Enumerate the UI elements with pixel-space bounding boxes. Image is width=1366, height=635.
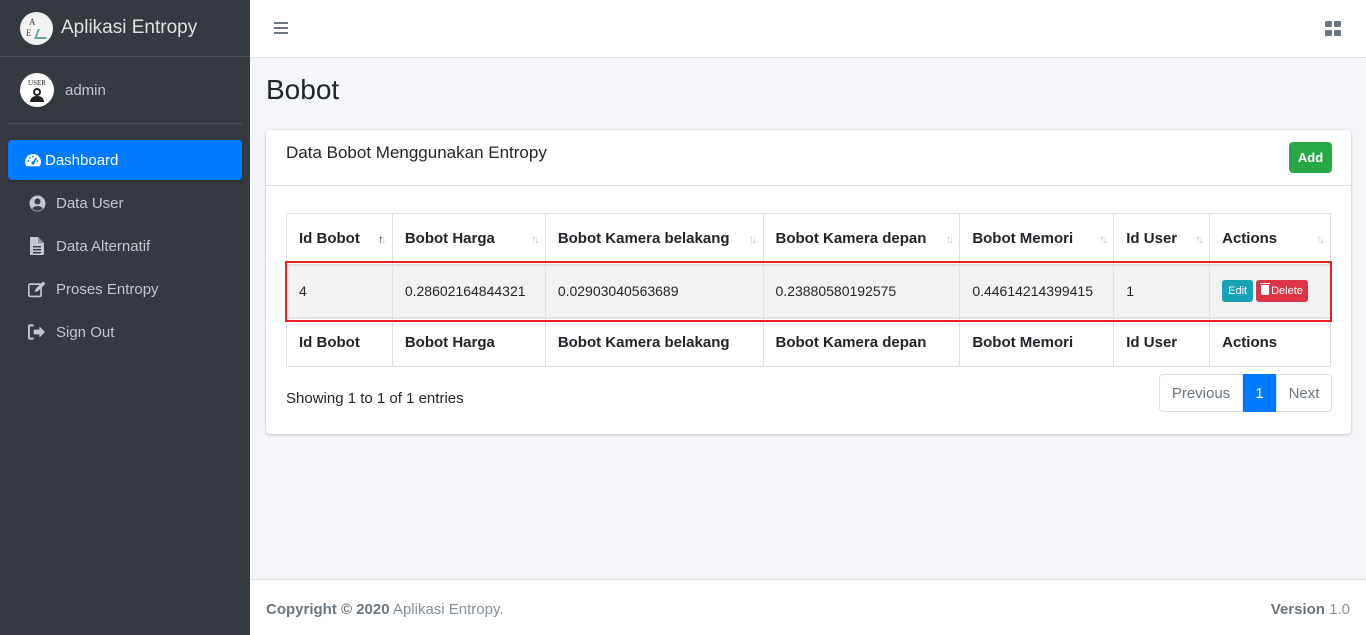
sort-icon: ↑↓: [945, 232, 954, 246]
table-info: Showing 1 to 1 of 1 entries: [286, 390, 464, 407]
sidebar-item-data-user[interactable]: Data User: [8, 183, 242, 223]
sidebar-item-data-alternatif[interactable]: Data Alternatif: [8, 226, 242, 266]
delete-button[interactable]: Delete: [1256, 280, 1308, 302]
footer-bobot-memori: Bobot Memori: [959, 316, 1115, 367]
footer-bobot-kamera-belakang: Bobot Kamera belakang: [544, 316, 764, 367]
footer-bobot-kamera-depan: Bobot Kamera depan: [762, 316, 961, 367]
card-title: Data Bobot Menggunakan Entropy: [286, 143, 547, 162]
sidebar-item-label: Data Alternatif: [56, 237, 151, 255]
table-header-row: Id Bobot ↑↓ Bobot Harga ↑↓ Bobot Kamera be…: [286, 213, 1331, 266]
table-footer-row: Id Bobot Bobot Harga Bobot Kamera belaka…: [286, 316, 1331, 367]
cell-id-bobot: 4: [286, 264, 393, 318]
page-title: Bobot: [266, 74, 340, 105]
cell-id-user: 1: [1113, 264, 1211, 318]
footer-version: Version 1.0: [1270, 601, 1350, 618]
footer-copyright: Copyright © 2020 Aplikasi Entropy.: [266, 601, 504, 618]
sidebar-nav: Dashboard Data User Data Alternatif Pros…: [0, 140, 250, 352]
footer-id-bobot: Id Bobot: [286, 316, 393, 367]
footer-id-user: Id User: [1113, 316, 1211, 367]
sidebar: A E Aplikasi Entropy USER admin Dashboar…: [0, 0, 250, 635]
cell-actions: Edit Delete: [1209, 264, 1331, 318]
column-header-id-bobot[interactable]: Id Bobot ↑↓: [286, 213, 393, 266]
sidebar-item-sign-out[interactable]: Sign Out: [8, 312, 242, 352]
cell-bobot-kamera-depan: 0.23880580192575: [762, 264, 961, 318]
file-icon: [28, 237, 46, 255]
cell-bobot-harga: 0.28602164844321: [391, 264, 546, 318]
sidebar-item-label: Sign Out: [56, 323, 115, 341]
sort-icon: ↑↓: [1316, 232, 1325, 246]
sidebar-item-label: Data User: [56, 194, 124, 212]
sidebar-item-proses-entropy[interactable]: Proses Entropy: [8, 269, 242, 309]
sort-icon: ↑↓: [1099, 232, 1108, 246]
card-header: Data Bobot Menggunakan Entropy Add: [266, 130, 1351, 186]
grid-icon[interactable]: [1325, 21, 1342, 36]
add-button[interactable]: Add: [1289, 142, 1332, 173]
column-header-bobot-kamera-belakang[interactable]: Bobot Kamera belakang ↑↓: [544, 213, 764, 266]
pagination-page-1[interactable]: 1: [1243, 374, 1276, 412]
table-row: 4 0.28602164844321 0.02903040563689 0.23…: [286, 264, 1331, 318]
trash-icon: [1260, 283, 1271, 295]
sort-icon: ↑↓: [1195, 232, 1204, 246]
top-navbar: [250, 0, 1366, 58]
user-panel: USER admin: [8, 57, 242, 124]
pagination-previous[interactable]: Previous: [1159, 374, 1243, 412]
hamburger-menu-icon[interactable]: [274, 22, 288, 34]
bobot-card: Data Bobot Menggunakan Entropy Add Id Bo…: [266, 130, 1351, 434]
edit-icon: [28, 280, 46, 298]
pagination: Previous 1 Next: [1159, 374, 1332, 412]
sort-asc-icon: ↑↓: [377, 232, 387, 246]
brand-link[interactable]: A E Aplikasi Entropy: [0, 0, 250, 57]
column-header-id-user[interactable]: Id User ↑↓: [1113, 213, 1211, 266]
bobot-table: Id Bobot ↑↓ Bobot Harga ↑↓ Bobot Kamera be…: [286, 213, 1331, 367]
tachometer-icon: [24, 151, 42, 169]
sort-icon: ↑↓: [748, 232, 758, 246]
sign-out-icon: [28, 323, 46, 341]
cell-bobot-memori: 0.44614214399415: [959, 264, 1115, 318]
brand-title: Aplikasi Entropy: [61, 17, 198, 38]
edit-button[interactable]: Edit: [1222, 280, 1254, 302]
cell-bobot-kamera-belakang: 0.02903040563689: [544, 264, 764, 318]
brand-logo: A E: [20, 11, 53, 45]
pagination-next[interactable]: Next: [1276, 374, 1332, 412]
footer-bobot-harga: Bobot Harga: [391, 316, 546, 367]
column-header-actions[interactable]: Actions ↑↓: [1209, 213, 1331, 266]
sort-icon: ↑↓: [530, 232, 540, 246]
footer-actions: Actions: [1209, 316, 1331, 367]
column-header-bobot-memori[interactable]: Bobot Memori ↑↓: [959, 213, 1115, 266]
sidebar-item-label: Proses Entropy: [56, 280, 159, 298]
column-header-bobot-kamera-depan[interactable]: Bobot Kamera depan ↑↓: [762, 213, 961, 266]
user-circle-icon: [28, 194, 46, 212]
user-name[interactable]: admin: [65, 82, 106, 99]
footer: Copyright © 2020 Aplikasi Entropy. Versi…: [250, 579, 1366, 635]
sidebar-item-label: Dashboard: [45, 151, 119, 169]
column-header-bobot-harga[interactable]: Bobot Harga ↑↓: [391, 213, 546, 266]
sidebar-item-dashboard[interactable]: Dashboard: [8, 140, 242, 180]
avatar[interactable]: USER: [20, 73, 54, 107]
